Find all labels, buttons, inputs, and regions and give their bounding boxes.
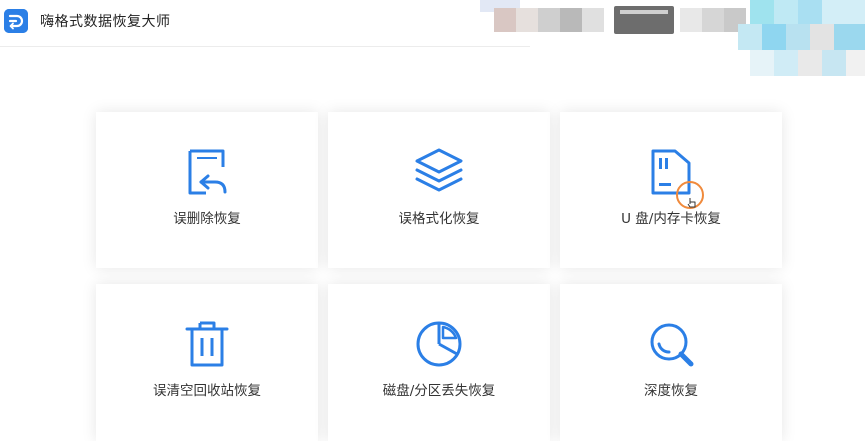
- title-bar: 嗨格式数据恢复大师: [0, 0, 530, 47]
- card-label: 磁盘/分区丢失恢复: [382, 383, 496, 399]
- layers-icon: [413, 146, 465, 198]
- trash-icon: [181, 318, 233, 370]
- card-recycle-bin-recovery[interactable]: 误清空回收站恢复: [96, 284, 318, 441]
- card-deep-recovery[interactable]: 深度恢复: [560, 284, 782, 441]
- app-window: 嗨格式数据恢复大师 误删除恢复 误格式化恢复 U 盘/内存卡恢复 误清空回收站恢…: [0, 0, 865, 441]
- card-label: 深度恢复: [644, 383, 698, 399]
- card-deleted-recovery[interactable]: 误删除恢复: [96, 112, 318, 268]
- card-usb-sd-recovery[interactable]: U 盘/内存卡恢复: [560, 112, 782, 268]
- card-label: U 盘/内存卡恢复: [621, 211, 721, 227]
- hand-cursor-icon: [687, 194, 697, 208]
- card-label: 误格式化恢复: [398, 211, 480, 227]
- pie-chart-icon: [413, 318, 465, 370]
- card-label: 误删除恢复: [173, 211, 241, 227]
- deep-search-icon: [645, 318, 697, 370]
- card-partition-recovery[interactable]: 磁盘/分区丢失恢复: [328, 284, 550, 441]
- app-title: 嗨格式数据恢复大师: [40, 14, 171, 30]
- pixelated-region: [480, 0, 865, 90]
- file-restore-icon: [181, 146, 233, 198]
- app-logo-icon: [4, 9, 28, 33]
- card-format-recovery[interactable]: 误格式化恢复: [328, 112, 550, 268]
- card-label: 误清空回收站恢复: [153, 383, 261, 399]
